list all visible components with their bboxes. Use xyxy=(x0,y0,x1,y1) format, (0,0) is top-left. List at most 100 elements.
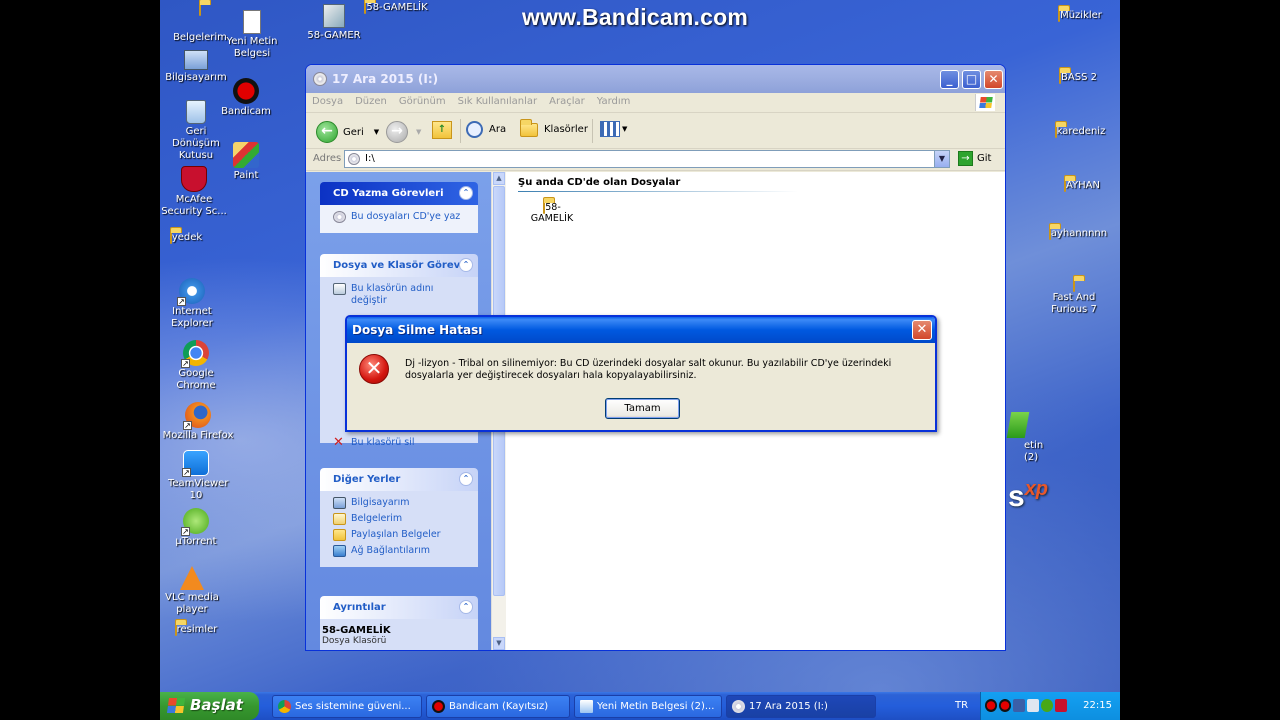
other-places-header[interactable]: Diğer Yerler ⌃ xyxy=(320,468,478,491)
desktop-icon-resimler[interactable]: resimler xyxy=(160,623,234,636)
task-rename-folder[interactable]: Bu klasörün adını değiştir xyxy=(333,283,472,307)
error-icon: ✕ xyxy=(359,354,389,384)
language-indicator[interactable]: TR xyxy=(955,700,968,711)
tray-network-icon[interactable] xyxy=(1013,699,1025,712)
desktop-icon-google-chrome[interactable]: ↗ Google Chrome xyxy=(160,340,234,392)
bandicam-icon xyxy=(233,78,259,104)
up-folder-icon: ↑ xyxy=(432,121,452,139)
tray-bandicam-icon[interactable] xyxy=(985,699,997,712)
shared-documents-icon xyxy=(333,529,346,541)
address-dropdown-button[interactable]: ▼ xyxy=(934,151,949,167)
forward-button[interactable]: → ▼ xyxy=(386,121,421,143)
desktop-icon-fast-and-furious-7[interactable]: Fast And Furious 7 xyxy=(1036,279,1112,316)
folder-icon xyxy=(1058,9,1061,22)
task-delete-folder[interactable]: ✕ Bu klasörü sil xyxy=(333,436,472,449)
tray-antivirus-icon[interactable] xyxy=(1055,699,1067,712)
cd-drive-icon xyxy=(348,153,360,165)
search-button[interactable]: Ara xyxy=(466,121,506,138)
window-titlebar[interactable]: 17 Ara 2015 (I:) _ □ ✕ xyxy=(306,65,1005,93)
views-dropdown-icon[interactable]: ▼ xyxy=(622,125,627,133)
views-button[interactable]: ▼ xyxy=(600,121,627,137)
menu-yardim[interactable]: Yardım xyxy=(591,93,637,107)
dialog-titlebar[interactable]: Dosya Silme Hatası ✕ xyxy=(347,317,935,343)
scroll-up-button[interactable]: ▲ xyxy=(493,172,505,185)
folder-icon xyxy=(174,623,177,636)
details-name: 58-GAMELİK xyxy=(322,625,391,636)
desktop-icon-bass-2[interactable]: BASS 2 xyxy=(1040,71,1116,84)
desktop-icon-vlc[interactable]: VLC media player xyxy=(160,566,230,616)
desktop-icon-utorrent[interactable]: ↗ µTorrent xyxy=(160,508,234,548)
taskbar-item-explorer[interactable]: 17 Ara 2015 (I:) xyxy=(726,695,876,718)
other-places-panel: Diğer Yerler ⌃ Bilgisayarım Belgelerim Pa… xyxy=(320,468,478,567)
desktop-icon-mcafee[interactable]: McAfee Security Sc... xyxy=(160,166,234,218)
desktop-icon-karedeniz[interactable]: karedeniz xyxy=(1042,125,1118,138)
document-icon xyxy=(1006,412,1030,438)
desktop-icon-mozilla-firefox[interactable]: ↗ Mozilla Firefox xyxy=(160,402,240,442)
collapse-chevron-icon[interactable]: ⌃ xyxy=(459,258,473,272)
place-bilgisayarim[interactable]: Bilgisayarım xyxy=(333,497,472,509)
place-ag-baglantilarim[interactable]: Ağ Bağlantılarım xyxy=(333,545,472,557)
place-paylasilan-belgeler[interactable]: Paylaşılan Belgeler xyxy=(333,529,472,541)
delete-error-dialog[interactable]: Dosya Silme Hatası ✕ ✕ Dj -lizyon - Trib… xyxy=(345,315,937,432)
chrome-icon: ↗ xyxy=(181,340,209,368)
dialog-close-button[interactable]: ✕ xyxy=(912,320,932,340)
clock[interactable]: 22:15 xyxy=(1083,700,1112,711)
details-type: Dosya Klasörü xyxy=(322,636,387,646)
desktop-icon-58-gamelik[interactable]: 58-GAMELİK xyxy=(358,1,434,14)
menu-bar: Dosya Düzen Görünüm Sık Kullanılanlar Araçla… xyxy=(306,93,1005,113)
up-folder-button[interactable]: ↑ xyxy=(432,121,452,139)
file-tasks-header[interactable]: Dosya ve Klasör Görevl ⌃ xyxy=(320,254,478,277)
bandicam-icon xyxy=(432,700,445,713)
tray-speaker-icon[interactable] xyxy=(1027,699,1039,712)
internet-explorer-icon: ↗ xyxy=(177,278,205,306)
collapse-chevron-icon[interactable]: ⌃ xyxy=(459,472,473,486)
windows-flag-icon xyxy=(975,94,995,111)
menu-araclar[interactable]: Araçlar xyxy=(543,93,591,107)
folders-button[interactable]: Klasörler xyxy=(520,119,588,137)
cd-tasks-panel: CD Yazma Görevleri ⌃ Bu dosyaları CD'ye y… xyxy=(320,182,478,233)
back-arrow-icon: ← xyxy=(316,121,338,143)
task-write-to-cd[interactable]: Bu dosyaları CD'ye yaz xyxy=(333,211,472,223)
collapse-chevron-icon[interactable]: ⌃ xyxy=(459,186,473,200)
place-belgelerim[interactable]: Belgelerim xyxy=(333,513,472,525)
maximize-button[interactable]: □ xyxy=(962,70,981,89)
folder-icon xyxy=(169,231,172,244)
my-documents-icon xyxy=(187,3,213,30)
tray-utorrent-icon[interactable] xyxy=(1041,699,1053,712)
desktop-icon-teamviewer[interactable]: ↗ TeamViewer 10 xyxy=(160,450,234,502)
forward-dropdown-icon[interactable]: ▼ xyxy=(416,128,421,136)
cd-drive-icon xyxy=(732,700,745,713)
taskbar-item-bandicam[interactable]: Bandicam (Kayıtsız) xyxy=(426,695,570,718)
file-item-58-gamelik[interactable]: 58-GAMELİK xyxy=(522,201,582,224)
minimize-button[interactable]: _ xyxy=(940,70,959,89)
close-button[interactable]: ✕ xyxy=(984,70,1003,89)
back-button[interactable]: ← Geri ▼ xyxy=(316,121,379,143)
menu-sik-kullanilanlar[interactable]: Sık Kullanılanlar xyxy=(452,93,544,107)
menu-gorunum[interactable]: Görünüm xyxy=(393,93,452,107)
desktop-icon-yedek[interactable]: yedek xyxy=(160,231,224,244)
my-documents-icon xyxy=(333,513,346,525)
folder-icon xyxy=(1063,179,1066,192)
scroll-down-button[interactable]: ▼ xyxy=(493,637,505,650)
tray-record-icon[interactable] xyxy=(999,699,1011,712)
cd-tasks-header[interactable]: CD Yazma Görevleri ⌃ xyxy=(320,182,478,205)
start-button[interactable]: Başlat xyxy=(160,692,259,720)
details-header[interactable]: Ayrıntılar ⌃ xyxy=(320,596,478,619)
desktop-icon-internet-explorer[interactable]: ↗ Internet Explorer xyxy=(160,278,230,330)
my-computer-icon xyxy=(333,497,346,509)
files-section-title: Şu anda CD'de olan Dosyalar xyxy=(518,177,681,188)
desktop-icon-ayhannnnn[interactable]: ayhannnnn xyxy=(1040,227,1116,240)
address-input[interactable]: I:\ ▼ xyxy=(344,150,950,168)
desktop-icon-ayhan[interactable]: AYHAN xyxy=(1044,179,1120,192)
collapse-chevron-icon[interactable]: ⌃ xyxy=(459,600,473,614)
taskbar-item-chrome[interactable]: Ses sistemine güveni... xyxy=(272,695,422,718)
ok-button[interactable]: Tamam xyxy=(605,398,680,419)
menu-duzen[interactable]: Düzen xyxy=(349,93,393,107)
taskbar-item-notepad[interactable]: Yeni Metin Belgesi (2)... xyxy=(574,695,722,718)
go-arrow-icon: → xyxy=(958,151,973,166)
vlc-icon xyxy=(180,566,204,590)
menu-dosya[interactable]: Dosya xyxy=(306,93,349,107)
back-dropdown-icon[interactable]: ▼ xyxy=(374,128,379,136)
desktop-icon-muzikler[interactable]: Müzikler xyxy=(1042,9,1118,22)
go-button[interactable]: → Git xyxy=(958,151,991,166)
